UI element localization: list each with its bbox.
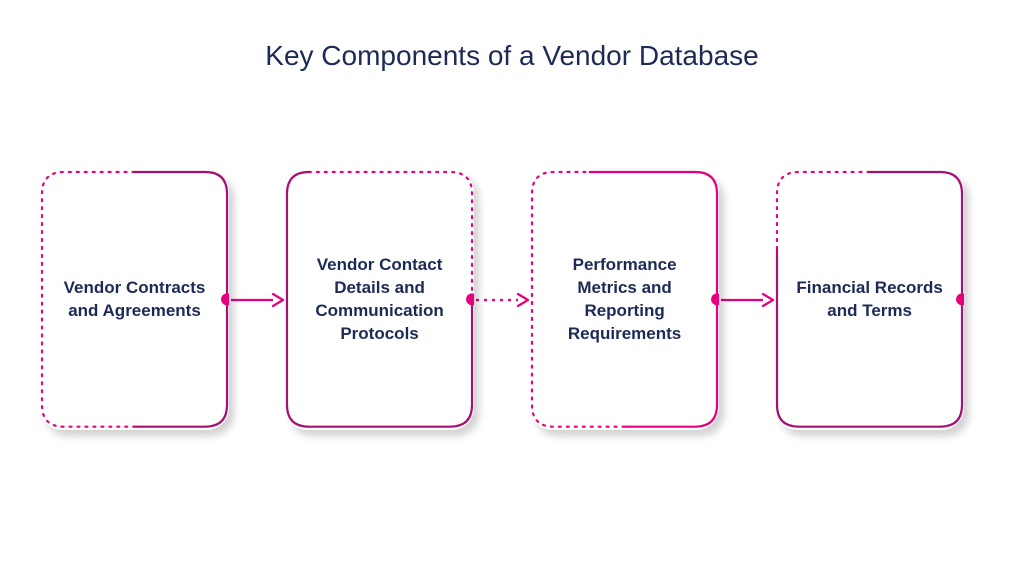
component-card: Financial Records and Terms <box>775 170 964 430</box>
card-body: Financial Records and Terms <box>775 170 964 430</box>
diagram-row: Vendor Contracts and Agreements Vendor C… <box>40 170 984 430</box>
flow-arrow <box>719 290 775 310</box>
card-label: Financial Records and Terms <box>795 277 944 323</box>
card-body: Performance Metrics and Reporting Requir… <box>530 170 719 430</box>
component-card: Performance Metrics and Reporting Requir… <box>530 170 719 430</box>
card-label: Vendor Contracts and Agreements <box>60 277 209 323</box>
card-body: Vendor Contracts and Agreements <box>40 170 229 430</box>
diagram-title: Key Components of a Vendor Database <box>0 40 1024 72</box>
card-body: Vendor Contact Details and Communication… <box>285 170 474 430</box>
component-card: Vendor Contracts and Agreements <box>40 170 229 430</box>
card-label: Vendor Contact Details and Communication… <box>305 254 454 346</box>
card-label: Performance Metrics and Reporting Requir… <box>550 254 699 346</box>
component-card: Vendor Contact Details and Communication… <box>285 170 474 430</box>
flow-arrow <box>474 290 530 310</box>
flow-arrow <box>229 290 285 310</box>
